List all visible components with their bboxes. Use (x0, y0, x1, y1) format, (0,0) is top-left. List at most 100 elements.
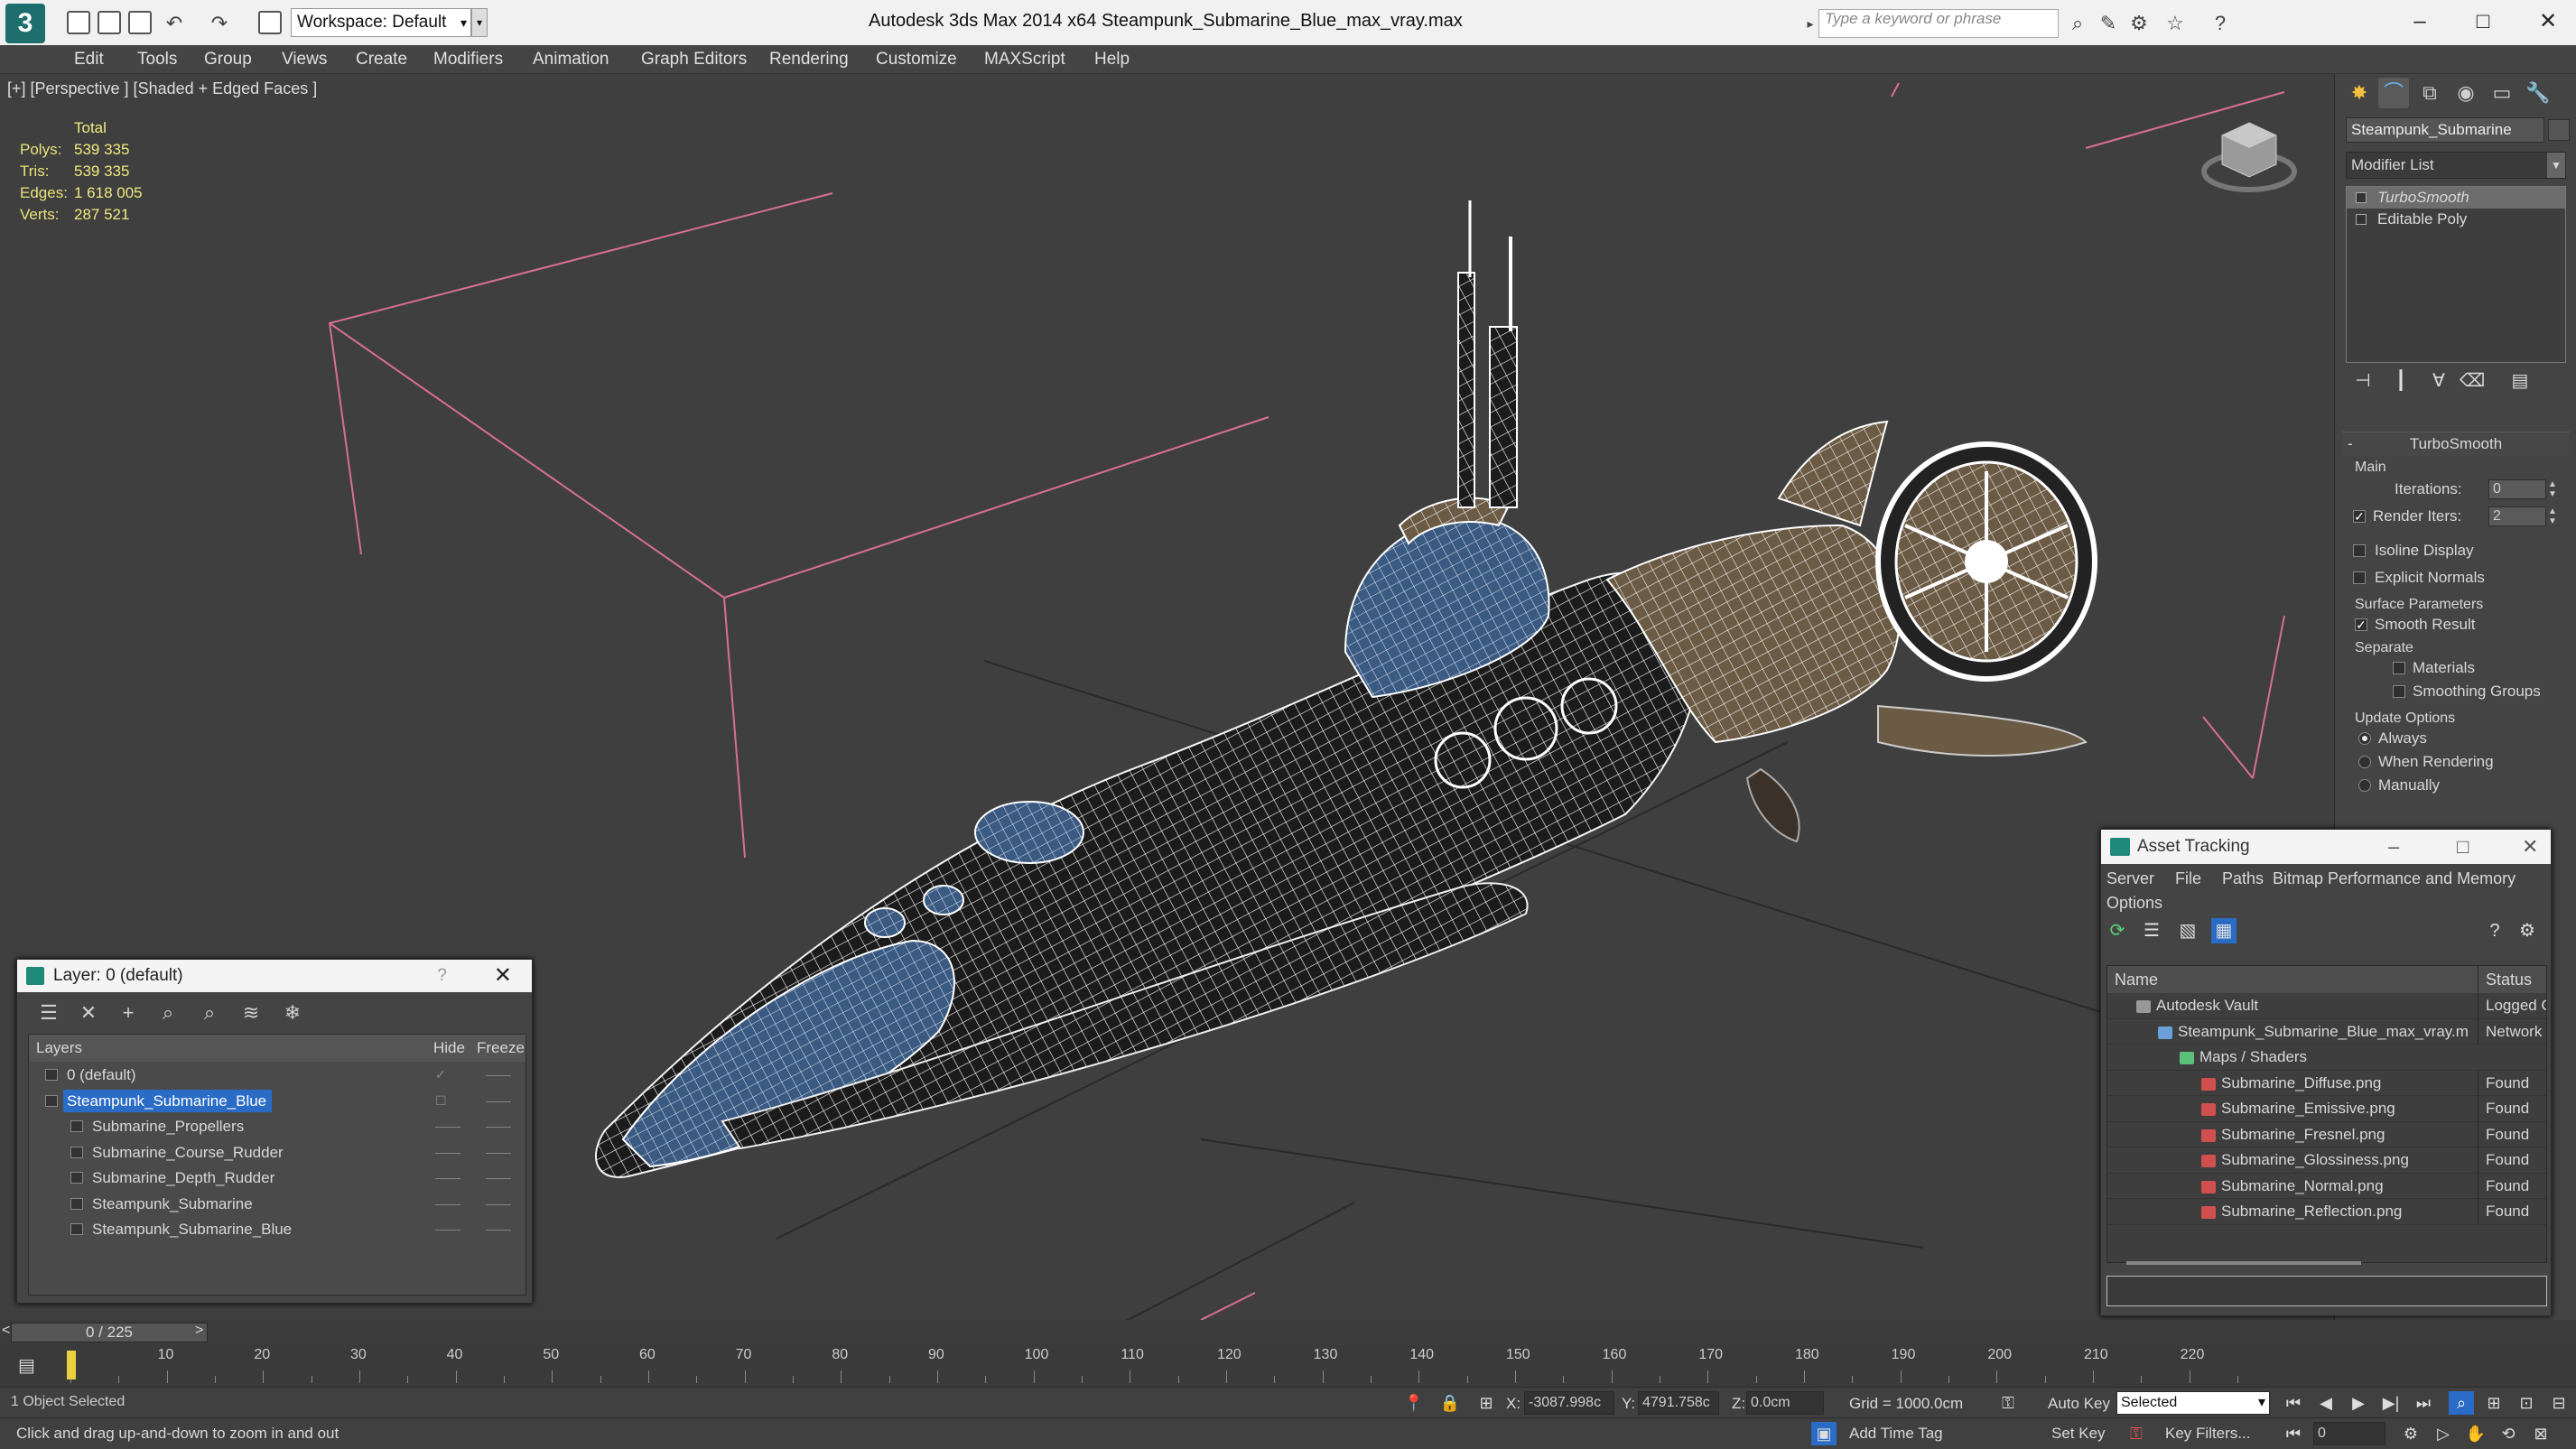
freeze-toggle[interactable]: —— (486, 1191, 511, 1216)
list-view-icon[interactable]: ☰ (2139, 918, 2164, 943)
freeze-toggle[interactable]: —— (486, 1216, 511, 1241)
project-folder-icon[interactable] (258, 11, 282, 34)
x-coordinate-field[interactable]: -3087.998c (1524, 1391, 1614, 1415)
asset-row[interactable]: Submarine_Emissive.png Found (2107, 1096, 2546, 1122)
menu-views[interactable]: Views (282, 50, 327, 70)
manually-radio[interactable] (2358, 779, 2371, 792)
modifier-list-dropdown[interactable]: Modifier List ▼ (2346, 152, 2566, 179)
go-to-end-icon[interactable]: ⏭ (2411, 1391, 2436, 1415)
close-icon[interactable]: ✕ (494, 960, 512, 992)
menu-server[interactable]: Server (2106, 869, 2154, 888)
hide-toggle[interactable]: —— (435, 1113, 460, 1138)
workspace-dropdown[interactable]: Workspace: Default ▾ (291, 8, 471, 37)
highlight-layer-icon[interactable]: ⌕ (196, 1001, 223, 1025)
current-frame-field[interactable]: 0 (2313, 1422, 2385, 1445)
menu-help[interactable]: Help (1094, 50, 1130, 70)
go-to-start-icon[interactable]: ⏮ (2281, 1391, 2306, 1415)
viewport-label[interactable]: [+] [Perspective ] [Shaded + Edged Faces… (7, 79, 317, 98)
utilities-tab-icon[interactable]: 🔧 (2523, 78, 2553, 108)
table-view-icon[interactable]: ▦ (2211, 918, 2237, 943)
layer-name[interactable]: Submarine_Course_Rudder (88, 1141, 289, 1164)
freeze-toggle[interactable]: —— (486, 1139, 511, 1165)
menu-create[interactable]: Create (356, 50, 407, 70)
add-to-layer-icon[interactable]: + (115, 1001, 142, 1025)
menu-modifiers[interactable]: Modifiers (433, 50, 503, 70)
time-tag-icon[interactable]: ▣ (1811, 1422, 1837, 1445)
asset-row[interactable]: Submarine_Fresnel.png Found (2107, 1121, 2546, 1147)
pin-stack-icon[interactable]: ⊣ (2351, 369, 2375, 393)
track-bar[interactable]: ▤ 10 20 30 40 50 60 70 80 90 100 110 120 130 140 150 16… (0, 1345, 2576, 1387)
communication-center-icon[interactable]: ✎ (2097, 13, 2120, 34)
new-file-icon[interactable] (67, 11, 90, 34)
object-color-swatch[interactable] (2548, 119, 2570, 141)
stack-item-turbosmooth[interactable]: TurboSmooth (2347, 187, 2565, 209)
absolute-mode-icon[interactable]: ⊞ (1474, 1391, 1499, 1415)
spinner-arrows-icon[interactable]: ▲ ▼ (2548, 479, 2561, 499)
layer-name[interactable]: 0 (default) (63, 1064, 142, 1086)
zoom-all-icon[interactable]: ⊞ (2481, 1391, 2506, 1415)
submarine-model[interactable] (595, 200, 2097, 1178)
column-status[interactable]: Status (2478, 966, 2532, 993)
minimize-button[interactable]: – (2395, 5, 2445, 38)
hide-toggle[interactable]: —— (435, 1139, 460, 1165)
favorites-star-icon[interactable]: ☆ (2163, 13, 2187, 34)
layer-name[interactable]: Steampunk_Submarine_Blue (88, 1218, 297, 1240)
key-filters-button[interactable]: Key Filters... (2165, 1425, 2250, 1443)
layer-window-titlebar[interactable]: Layer: 0 (default)? ✕ (17, 960, 532, 992)
object-name-field[interactable]: Steampunk_Submarine (2346, 117, 2544, 143)
time-slider-thumb[interactable]: 0 / 225 (11, 1323, 208, 1342)
play-icon[interactable]: ▶ (2346, 1391, 2371, 1415)
help-icon[interactable]: ? (2209, 13, 2232, 34)
when-rendering-radio[interactable] (2358, 756, 2371, 768)
close-button[interactable]: ✕ (2522, 830, 2538, 864)
smoothing-groups-checkbox[interactable] (2393, 685, 2405, 698)
z-coordinate-field[interactable]: 0.0cm (1746, 1391, 1824, 1415)
refresh-icon[interactable]: ⟳ (2105, 918, 2130, 943)
modify-tab-icon[interactable]: ⌒ (2378, 78, 2409, 108)
layer-row[interactable]: 0 (default) ✓ —— (29, 1062, 525, 1088)
make-unique-icon[interactable]: ∀ (2427, 369, 2450, 393)
create-tab-icon[interactable]: ✸ (2344, 78, 2375, 108)
configure-sets-icon[interactable]: ▤ (2508, 369, 2532, 393)
isoline-checkbox[interactable] (2353, 544, 2366, 557)
column-layers[interactable]: Layers (36, 1035, 82, 1062)
set-key-icon[interactable]: ⚿ (2124, 1422, 2149, 1445)
layer-row[interactable]: Submarine_Course_Rudder —— —— (29, 1139, 525, 1166)
maximize-button[interactable]: □ (2457, 830, 2469, 864)
always-radio[interactable] (2358, 732, 2371, 745)
menu-tools[interactable]: Tools (137, 50, 177, 70)
asset-row[interactable]: Submarine_Reflection.png Found (2107, 1199, 2546, 1225)
field-of-view-icon[interactable]: ▷ (2431, 1422, 2456, 1445)
column-hide[interactable]: Hide (433, 1035, 465, 1062)
horizontal-scrollbar[interactable] (2126, 1261, 2361, 1265)
key-set-dropdown[interactable]: Selected ▾ (2116, 1391, 2270, 1415)
rollout-header[interactable]: - TurboSmooth (2342, 432, 2570, 456)
curve-editor-icon[interactable]: ▤ (18, 1354, 35, 1377)
asset-row[interactable]: Steampunk_Submarine_Blue_max_vray.max Net… (2107, 1018, 2546, 1045)
explicit-normals-checkbox[interactable] (2353, 571, 2366, 584)
menu-customize[interactable]: Customize (876, 50, 957, 70)
layer-name[interactable]: Submarine_Propellers (88, 1115, 249, 1138)
workspace-menu-button[interactable]: ▾ (471, 8, 488, 37)
asset-row[interactable]: Submarine_Glossiness.png Found (2107, 1147, 2546, 1174)
hierarchy-tab-icon[interactable]: ⧉ (2414, 78, 2445, 108)
asset-row[interactable]: Autodesk Vault Logged Out (2107, 993, 2546, 1019)
app-logo-icon[interactable]: 3 (5, 4, 45, 43)
menu-paths[interactable]: Paths (2222, 869, 2264, 888)
undo-icon[interactable]: ↶ (163, 13, 186, 34)
hide-toggle[interactable]: —— (435, 1165, 460, 1190)
render-iters-spinner[interactable]: 2 (2488, 506, 2546, 526)
freeze-toggle[interactable]: —— (486, 1113, 511, 1138)
hide-toggle[interactable]: —— (435, 1191, 460, 1216)
freeze-toggle[interactable]: —— (486, 1088, 511, 1113)
maximize-button[interactable]: □ (2458, 5, 2508, 38)
close-button[interactable]: ✕ (2523, 5, 2573, 38)
hide-all-layers-icon[interactable]: ≋ (237, 1001, 265, 1025)
show-end-result-icon[interactable]: ┃ (2389, 369, 2413, 393)
thumbnail-view-icon[interactable]: ▧ (2175, 918, 2200, 943)
layer-row[interactable]: Submarine_Propellers —— —— (29, 1113, 525, 1139)
materials-checkbox[interactable] (2393, 662, 2405, 674)
menu-graph-editors[interactable]: Graph Editors (641, 50, 747, 70)
auto-key-button[interactable]: Auto Key (2048, 1395, 2110, 1413)
time-slider[interactable]: < 0 / 225 > (0, 1320, 2576, 1345)
